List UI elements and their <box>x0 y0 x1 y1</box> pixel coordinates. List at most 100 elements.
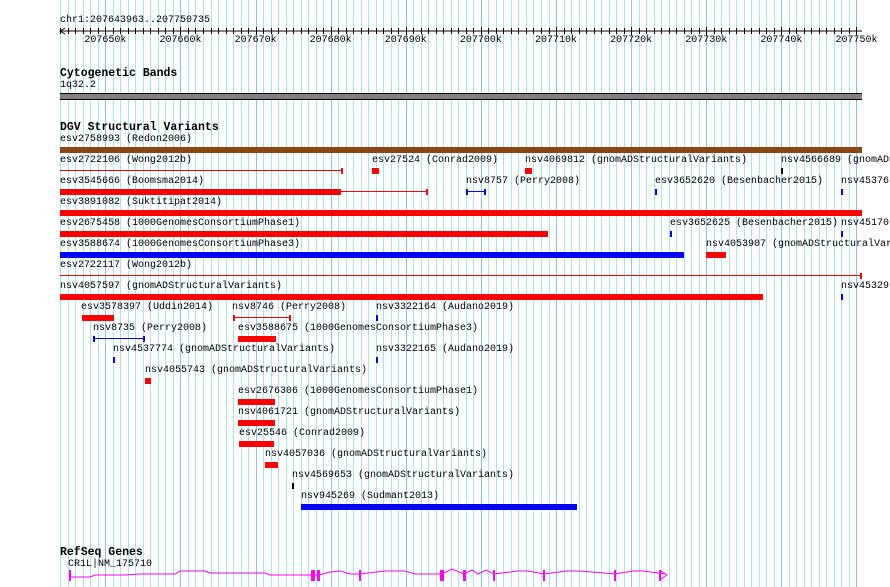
variant-bar[interactable] <box>301 504 577 510</box>
variant-label[interactable]: nsv4061721 (gnomADStructuralVariants) <box>238 407 460 419</box>
variant-label[interactable]: nsv3322165 (Audano2019) <box>376 344 514 356</box>
variant-line[interactable] <box>60 170 342 171</box>
exon[interactable] <box>463 570 466 581</box>
variant-line[interactable] <box>93 338 144 339</box>
variant-label[interactable]: esv27524 (Conrad2009) <box>372 155 498 167</box>
grid-line <box>774 0 775 587</box>
exon[interactable] <box>311 570 315 581</box>
variant-label[interactable]: esv2758993 (Redon2006) <box>60 134 192 146</box>
variant-end-tick[interactable] <box>426 189 428 195</box>
variant-bar[interactable] <box>670 231 672 237</box>
variant-bar[interactable] <box>706 252 726 258</box>
variant-label[interactable]: esv2722117 (Wong2012b) <box>60 260 192 272</box>
variant-label[interactable]: esv3578397 (Uddin2014) <box>81 302 213 314</box>
variant-start-tick[interactable] <box>93 336 95 342</box>
variant-label[interactable]: nsv4053907 (gnomADStructuralVariants) <box>706 239 890 251</box>
variant-bar[interactable] <box>82 315 114 321</box>
variant-start-tick[interactable] <box>233 315 235 321</box>
variant-bar[interactable] <box>238 336 276 342</box>
variant-label[interactable]: nsv945269 (Sudmant2013) <box>301 491 439 503</box>
dgv-track-title[interactable]: DGV Structural Variants <box>60 121 219 134</box>
variant-bar[interactable] <box>60 294 763 300</box>
variant-label[interactable]: nsv45170 <box>841 218 889 230</box>
variant-bar[interactable] <box>113 357 115 363</box>
variant-label[interactable]: nsv4566689 (gnomADS <box>781 155 890 167</box>
variant-label[interactable]: nsv4055743 (gnomADStructuralVariants) <box>145 365 367 377</box>
variant-line[interactable] <box>466 191 485 192</box>
variant-bar[interactable] <box>60 189 341 195</box>
major-grid-line <box>856 0 857 587</box>
variant-label[interactable]: nsv45329 <box>841 281 889 293</box>
variant-label[interactable]: esv3652625 (Besenbacher2015) <box>670 218 838 230</box>
exon[interactable] <box>317 570 320 581</box>
variant-bar[interactable] <box>372 168 379 174</box>
variant-label[interactable]: esv25546 (Conrad2009) <box>239 428 365 440</box>
variant-label[interactable]: nsv4057036 (gnomADStructuralVariants) <box>265 449 487 461</box>
variant-bar[interactable] <box>60 210 862 216</box>
variant-line[interactable] <box>233 317 290 318</box>
variant-label[interactable]: nsv4069812 (gnomADStructuralVariants) <box>525 155 747 167</box>
variant-bar[interactable] <box>376 357 378 363</box>
variant-label[interactable]: esv2675458 (1000GenomesConsortiumPhase1) <box>60 218 300 230</box>
variant-label[interactable]: nsv45376 <box>841 176 889 188</box>
variant-bar[interactable] <box>60 252 684 258</box>
refseq-track-title[interactable]: RefSeq Genes <box>60 546 143 559</box>
variant-bar[interactable] <box>841 189 843 195</box>
grid-line <box>804 0 805 587</box>
variant-bar[interactable] <box>292 483 294 489</box>
variant-label[interactable]: nsv4537774 (gnomADStructuralVariants) <box>113 344 335 356</box>
grid-line <box>826 0 827 587</box>
variant-bar[interactable] <box>525 168 532 174</box>
ruler-tick-label: 207700k <box>459 35 502 46</box>
variant-bar[interactable] <box>145 378 151 384</box>
ruler-tick-label: 207690k <box>384 35 427 46</box>
variant-bar[interactable] <box>376 315 378 321</box>
variant-label[interactable]: esv3891082 (Suktitipat2014) <box>60 197 222 209</box>
exon[interactable] <box>359 570 361 581</box>
variant-end-tick[interactable] <box>484 189 486 195</box>
exon[interactable] <box>614 570 616 581</box>
variant-bar[interactable] <box>60 147 862 153</box>
variant-label[interactable]: nsv3322164 (Audano2019) <box>376 302 514 314</box>
variant-bar[interactable] <box>265 462 278 468</box>
exon[interactable] <box>493 570 495 581</box>
exon[interactable] <box>543 570 545 581</box>
strand-arrow-icon <box>660 570 668 580</box>
ruler-tick-label: 207660k <box>159 35 202 46</box>
variant-bar[interactable] <box>239 441 274 447</box>
variant-bar[interactable] <box>841 294 843 300</box>
cytoband-bar[interactable] <box>60 93 862 100</box>
variant-label[interactable]: esv3652620 (Besenbacher2015) <box>655 176 823 188</box>
grid-line <box>834 0 835 587</box>
variant-label[interactable]: esv2676306 (1000GenomesConsortiumPhase1) <box>238 386 478 398</box>
variant-label[interactable]: nsv4057597 (gnomADStructuralVariants) <box>60 281 282 293</box>
variant-end-tick[interactable] <box>860 273 862 279</box>
variant-end-tick[interactable] <box>143 336 145 342</box>
major-grid-line <box>781 0 782 587</box>
grid-line <box>766 0 767 587</box>
variant-bar[interactable] <box>655 189 657 195</box>
variant-line[interactable] <box>60 275 861 276</box>
variant-line[interactable] <box>341 191 427 192</box>
variant-label[interactable]: nsv8735 (Perry2008) <box>93 323 207 335</box>
variant-bar[interactable] <box>238 420 275 426</box>
variant-start-tick[interactable] <box>466 189 468 195</box>
exon[interactable] <box>659 570 661 581</box>
variant-end-tick[interactable] <box>341 168 343 174</box>
exon[interactable] <box>440 570 444 581</box>
variant-label[interactable]: esv2722106 (Wong2012b) <box>60 155 192 167</box>
variant-bar[interactable] <box>781 168 783 174</box>
variant-end-tick[interactable] <box>289 315 291 321</box>
cytoband-track-title[interactable]: Cytogenetic Bands <box>60 67 177 80</box>
variant-label[interactable]: esv3588675 (1000GenomesConsortiumPhase3) <box>238 323 478 335</box>
gene-model-cr1l[interactable] <box>0 568 890 587</box>
variant-bar[interactable] <box>841 231 843 237</box>
variant-label[interactable]: esv3545666 (Boomsma2014) <box>60 176 204 188</box>
variant-label[interactable]: esv3588674 (1000GenomesConsortiumPhase3) <box>60 239 300 251</box>
variant-label[interactable]: nsv8746 (Perry2008) <box>232 302 346 314</box>
variant-bar[interactable] <box>238 399 275 405</box>
ruler[interactable] <box>0 24 890 38</box>
variant-bar[interactable] <box>60 231 548 237</box>
variant-label[interactable]: nsv4569653 (gnomADStructuralVariants) <box>292 470 514 482</box>
variant-label[interactable]: nsv8757 (Perry2008) <box>466 176 580 188</box>
